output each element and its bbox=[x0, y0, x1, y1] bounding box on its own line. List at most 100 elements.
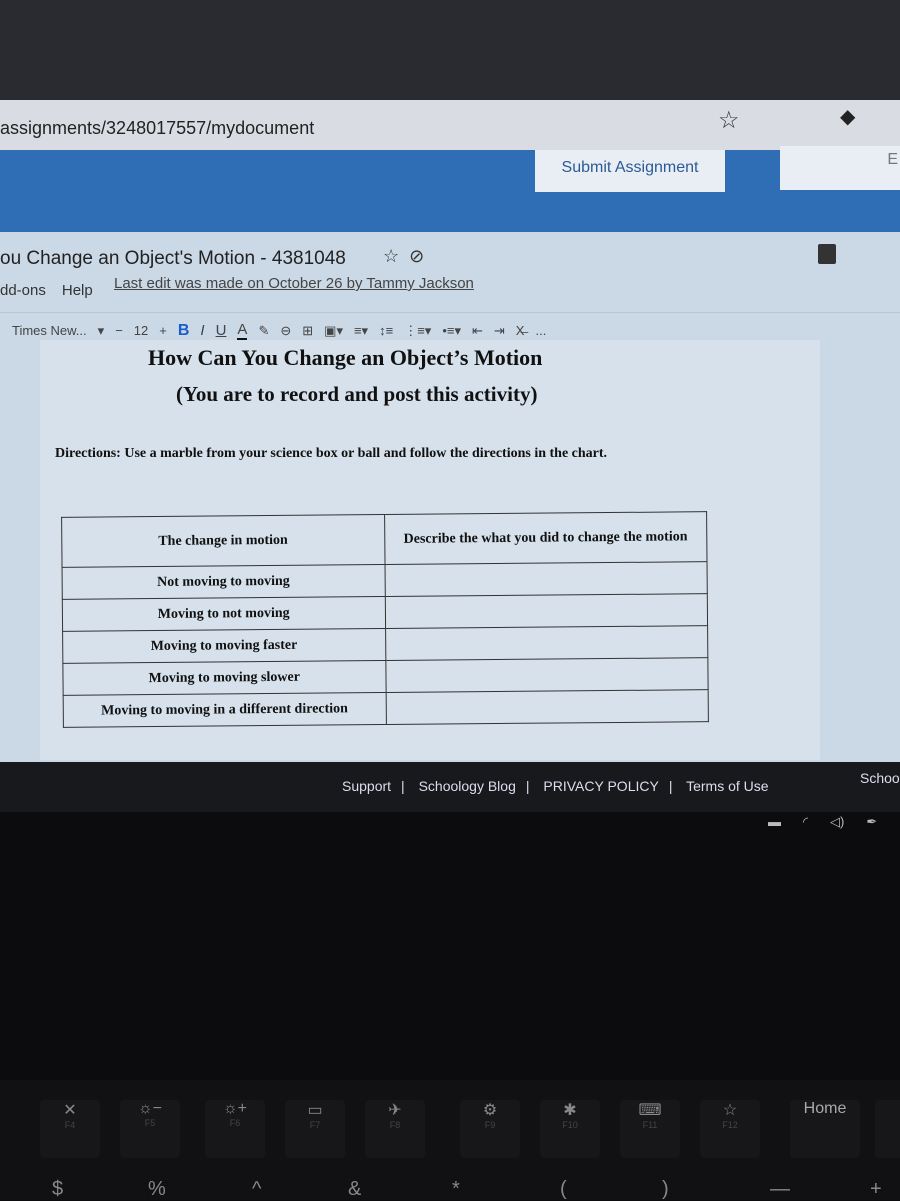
key[interactable]: — bbox=[770, 1178, 790, 1201]
key-home[interactable]: Home bbox=[790, 1100, 860, 1158]
decrease-indent-icon[interactable]: ⇤ bbox=[472, 323, 483, 339]
motion-table: The change in motion Describe the what yo… bbox=[61, 511, 709, 728]
bulleted-list-icon[interactable]: •≡▾ bbox=[442, 323, 461, 339]
key-icon: ☼+ bbox=[222, 1100, 247, 1117]
footer-brand: Schoo bbox=[860, 770, 900, 786]
separator: | bbox=[668, 778, 673, 794]
italic-button[interactable]: I bbox=[200, 322, 204, 339]
key-f6[interactable]: ☼+ F6 bbox=[205, 1100, 265, 1158]
key-icon: ☼− bbox=[137, 1100, 162, 1117]
battery-icon[interactable]: ▬ bbox=[768, 814, 781, 830]
key-f5[interactable]: ☼− F5 bbox=[120, 1100, 180, 1158]
comment-icon[interactable] bbox=[818, 244, 836, 264]
submit-assignment-button[interactable]: Submit Assignment bbox=[535, 150, 725, 192]
volume-icon[interactable]: ◁) bbox=[830, 814, 844, 830]
font-size-increase[interactable]: + bbox=[159, 323, 167, 338]
text-color-button[interactable]: A bbox=[237, 321, 248, 341]
key-icon: ✕ bbox=[63, 1102, 77, 1119]
answer-cell[interactable] bbox=[385, 625, 708, 661]
pen-icon[interactable]: ✒ bbox=[866, 814, 877, 830]
key-label: F6 bbox=[229, 1118, 241, 1128]
menu-help[interactable]: Help bbox=[62, 282, 93, 299]
table-cell[interactable]: Moving to not moving bbox=[62, 596, 386, 632]
url-text[interactable]: assignments/3248017557/mydocument bbox=[0, 118, 314, 139]
screen-bezel bbox=[0, 0, 900, 100]
doc-heading: How Can You Change an Object’s Motion bbox=[148, 345, 543, 370]
footer-link-terms[interactable]: Terms of Use bbox=[686, 778, 768, 794]
key[interactable]: $ bbox=[52, 1178, 63, 1201]
comment-add-icon[interactable]: ⊞ bbox=[302, 323, 313, 339]
key-f8[interactable]: ✈ F8 bbox=[365, 1100, 425, 1158]
table-header-row: The change in motion Describe the what yo… bbox=[61, 511, 708, 568]
key-f7[interactable]: ▭ F7 bbox=[285, 1100, 345, 1158]
line-spacing-icon[interactable]: ↕≡ bbox=[379, 323, 393, 338]
key-f4[interactable]: ✕ F4 bbox=[40, 1100, 100, 1158]
chevron-down-icon[interactable]: ▾ bbox=[98, 323, 105, 339]
key-label: F5 bbox=[144, 1118, 156, 1128]
key-icon: ⚙ bbox=[482, 1102, 498, 1119]
key[interactable]: ^ bbox=[252, 1178, 261, 1201]
key-label: F10 bbox=[562, 1120, 578, 1130]
menu-bar: dd-ons Help bbox=[0, 282, 109, 299]
extension-icon[interactable]: ◆ bbox=[840, 104, 855, 129]
header-cell[interactable]: Describe the what you did to change the … bbox=[384, 511, 708, 565]
key[interactable]: & bbox=[348, 1178, 361, 1201]
document-title[interactable]: ou Change an Object's Motion - 4381048 bbox=[0, 248, 346, 270]
image-icon[interactable]: ▣▾ bbox=[324, 323, 343, 339]
header-cell[interactable]: The change in motion bbox=[61, 514, 385, 568]
key[interactable]: + bbox=[870, 1178, 882, 1201]
key-icon: ▭ bbox=[307, 1102, 323, 1119]
header-right-button[interactable]: E bbox=[780, 146, 900, 190]
answer-cell[interactable] bbox=[385, 689, 709, 725]
footer-link-support[interactable]: Support bbox=[342, 778, 391, 794]
lms-header bbox=[0, 150, 900, 232]
numbered-list-icon[interactable]: ⋮≡▾ bbox=[404, 323, 431, 339]
key-icon: ⌨ bbox=[638, 1102, 662, 1119]
font-size-decrease[interactable]: − bbox=[115, 323, 123, 338]
key[interactable]: ( bbox=[560, 1178, 567, 1201]
key-f10[interactable]: ✱ F10 bbox=[540, 1100, 600, 1158]
separator: | bbox=[525, 778, 530, 794]
key-label: F8 bbox=[389, 1120, 401, 1130]
link-icon[interactable]: ⊖ bbox=[280, 323, 291, 339]
table-cell[interactable]: Moving to moving in a different directio… bbox=[63, 692, 386, 728]
font-size[interactable]: 12 bbox=[134, 323, 148, 338]
key-icon: ✱ bbox=[563, 1102, 577, 1119]
key[interactable]: % bbox=[148, 1178, 166, 1201]
key-label: F7 bbox=[309, 1120, 321, 1130]
footer-link-privacy[interactable]: PRIVACY POLICY bbox=[543, 778, 658, 794]
key-end[interactable]: En bbox=[875, 1100, 900, 1158]
clear-formatting-icon[interactable]: X̶ bbox=[516, 323, 525, 338]
table-row: Moving to moving in a different directio… bbox=[63, 689, 709, 728]
menu-addons[interactable]: dd-ons bbox=[0, 282, 46, 299]
answer-cell[interactable] bbox=[385, 657, 709, 693]
table-cell[interactable]: Moving to moving faster bbox=[62, 628, 386, 664]
key-f11[interactable]: ⌨ F11 bbox=[620, 1100, 680, 1158]
increase-indent-icon[interactable]: ⇥ bbox=[494, 323, 505, 339]
last-edit-link[interactable]: Last edit was made on October 26 by Tamm… bbox=[114, 275, 474, 292]
key-icon: ☆ bbox=[722, 1102, 738, 1119]
key-label: F12 bbox=[722, 1120, 738, 1130]
answer-cell[interactable] bbox=[384, 593, 708, 629]
key-label: F4 bbox=[64, 1120, 76, 1130]
key-label: F9 bbox=[484, 1120, 496, 1130]
align-icon[interactable]: ≡▾ bbox=[354, 323, 368, 339]
answer-cell[interactable] bbox=[384, 561, 708, 597]
star-icon[interactable]: ☆ bbox=[383, 246, 399, 266]
key-f12[interactable]: ☆ F12 bbox=[700, 1100, 760, 1158]
bookmark-star-icon[interactable]: ☆ bbox=[718, 106, 740, 135]
key[interactable]: ) bbox=[662, 1178, 669, 1201]
key[interactable]: * bbox=[452, 1178, 460, 1201]
key-f9[interactable]: ⚙ F9 bbox=[460, 1100, 520, 1158]
cloud-saved-icon: ⊘ bbox=[409, 246, 425, 266]
more-button[interactable]: ... bbox=[535, 323, 546, 338]
bold-button[interactable]: B bbox=[178, 322, 190, 340]
key-icon: ✈ bbox=[388, 1102, 402, 1119]
font-select[interactable]: Times New... bbox=[12, 323, 87, 338]
table-cell[interactable]: Moving to moving slower bbox=[62, 660, 386, 696]
underline-button[interactable]: U bbox=[216, 322, 227, 339]
table-cell[interactable]: Not moving to moving bbox=[62, 564, 385, 600]
wifi-icon[interactable]: ◜ bbox=[803, 814, 808, 830]
footer-link-blog[interactable]: Schoology Blog bbox=[419, 778, 516, 794]
highlight-icon[interactable]: ✎ bbox=[258, 323, 269, 339]
